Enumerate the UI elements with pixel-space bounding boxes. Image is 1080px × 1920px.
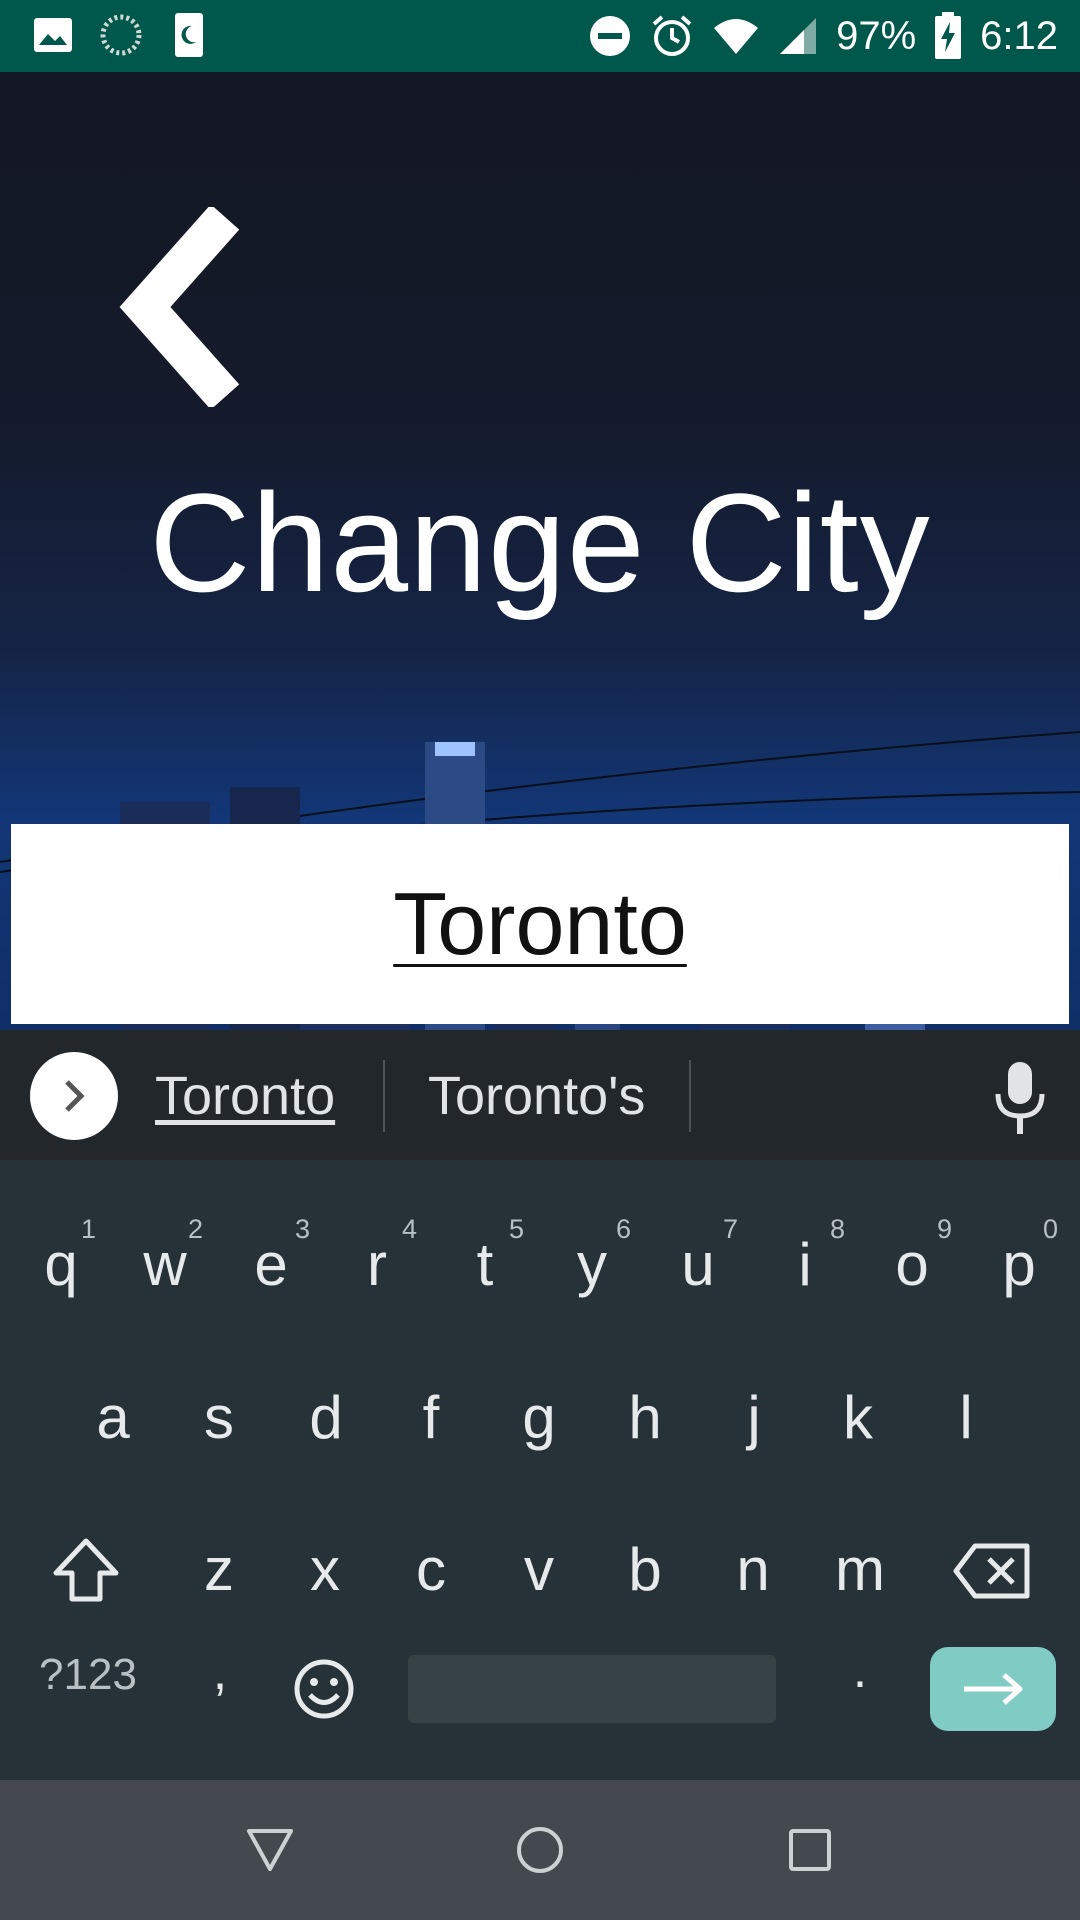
microphone-icon[interactable]	[990, 1060, 1050, 1136]
do-not-disturb-icon	[590, 16, 631, 56]
key-p-hint: 0	[1043, 1214, 1059, 1244]
shift-arrow-icon[interactable]	[52, 1537, 120, 1603]
suggestion-strip: Toronto Toronto's	[0, 1030, 1080, 1160]
battery-percent: 97%	[836, 13, 917, 58]
emoji-icon[interactable]	[293, 1658, 355, 1720]
enter-button[interactable]	[930, 1647, 1056, 1731]
chevron-left-icon[interactable]	[105, 207, 245, 407]
key-e-hint: 3	[295, 1214, 311, 1244]
key-z[interactable]: z	[179, 1535, 259, 1604]
expand-suggestions-button[interactable]	[30, 1052, 118, 1140]
symbols-key[interactable]: ?123	[28, 1650, 148, 1700]
key-k[interactable]: k	[818, 1383, 898, 1452]
suggestion-2[interactable]: Toronto's	[428, 1065, 645, 1127]
key-x[interactable]: x	[285, 1535, 365, 1604]
recents-square-icon[interactable]	[785, 1825, 835, 1875]
key-c[interactable]: c	[391, 1535, 471, 1604]
moon-icon	[166, 12, 212, 58]
alarm-icon	[652, 15, 692, 56]
status-right: 97% 6:12	[588, 0, 1058, 72]
key-n[interactable]: n	[713, 1535, 793, 1604]
key-s[interactable]: s	[179, 1383, 259, 1452]
loading-icon	[98, 12, 144, 58]
city-input-field[interactable]: Toronto	[11, 824, 1069, 1024]
key-q-hint: 1	[81, 1214, 97, 1244]
key-a[interactable]: a	[73, 1383, 153, 1452]
key-h[interactable]: h	[605, 1383, 685, 1452]
key-t-hint: 5	[509, 1214, 525, 1244]
key-v[interactable]: v	[499, 1535, 579, 1604]
key-r-hint: 4	[402, 1214, 418, 1244]
key-i-hint: 8	[830, 1214, 846, 1244]
suggestion-divider	[689, 1060, 691, 1132]
suggestion-divider	[383, 1060, 385, 1132]
back-triangle-icon[interactable]	[245, 1825, 295, 1875]
key-m[interactable]: m	[820, 1535, 900, 1604]
key-o-hint: 9	[937, 1214, 953, 1244]
arrow-right-icon	[964, 1673, 1023, 1705]
soft-keyboard: Toronto Toronto's q 1 w 2 e 3 r 4 t 5 y …	[0, 1030, 1080, 1780]
key-y-hint: 6	[616, 1214, 632, 1244]
clock-time: 6:12	[980, 13, 1058, 58]
status-bar: 97% 6:12	[0, 0, 1080, 72]
period-key[interactable]: .	[820, 1640, 900, 1700]
key-j[interactable]: j	[714, 1383, 794, 1452]
city-input-value: Toronto	[393, 874, 687, 973]
signal-icon	[780, 18, 817, 54]
suggestion-1[interactable]: Toronto	[155, 1065, 335, 1127]
status-left-icons	[30, 12, 212, 58]
key-l[interactable]: l	[926, 1383, 1006, 1452]
navigation-bar	[0, 1780, 1080, 1920]
chevron-right-icon	[65, 1080, 85, 1112]
image-icon	[30, 12, 76, 58]
key-g[interactable]: g	[499, 1383, 579, 1452]
comma-key[interactable]: ,	[180, 1642, 260, 1702]
key-u-hint: 7	[723, 1214, 739, 1244]
battery-charging-icon	[935, 12, 962, 59]
backspace-icon[interactable]	[953, 1543, 1031, 1599]
key-b[interactable]: b	[605, 1535, 685, 1604]
key-w-hint: 2	[188, 1214, 204, 1244]
space-bar[interactable]	[408, 1655, 776, 1723]
page-title: Change City	[149, 464, 931, 621]
home-circle-icon[interactable]	[515, 1825, 565, 1875]
wifi-icon	[714, 19, 759, 54]
key-f[interactable]: f	[391, 1383, 471, 1452]
key-d[interactable]: d	[286, 1383, 366, 1452]
